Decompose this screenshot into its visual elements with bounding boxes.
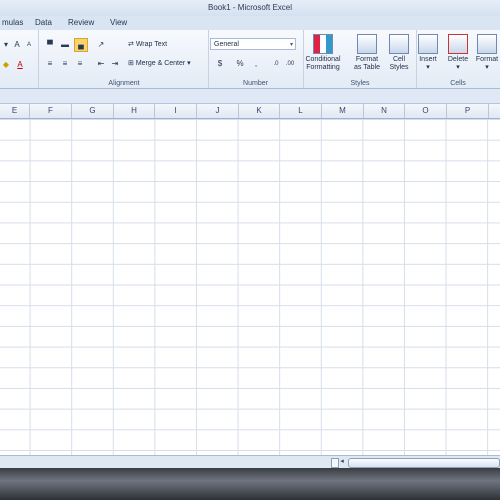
- number-format-value: General: [214, 41, 239, 48]
- chevron-down-icon: ▾: [456, 64, 460, 71]
- desktop-background: [0, 468, 500, 500]
- column-header[interactable]: J: [197, 104, 239, 118]
- column-header[interactable]: N: [364, 104, 405, 118]
- column-header[interactable]: K: [239, 104, 280, 118]
- format-button[interactable]: Format ▾: [472, 34, 500, 72]
- alignment-group-label: Alignment: [108, 80, 140, 87]
- conditional-label-1: Conditional: [305, 56, 341, 63]
- cell-grid[interactable]: [0, 119, 500, 455]
- formula-bar[interactable]: [0, 89, 500, 104]
- scroll-left-icon[interactable]: ◂: [338, 457, 346, 467]
- delete-icon: [448, 34, 468, 54]
- horizontal-scrollbar[interactable]: ◂: [0, 455, 500, 468]
- number-group-label: Number: [243, 80, 268, 87]
- format-table-label-2: as Table: [354, 64, 380, 71]
- format-label: Format: [475, 56, 499, 63]
- merge-center-icon: ⊞: [128, 60, 136, 67]
- column-header[interactable]: O: [405, 104, 447, 118]
- font-group: ▾ A A ◆ A: [0, 30, 39, 88]
- tab-data[interactable]: Data: [35, 18, 52, 27]
- ribbon: ▾ A A ◆ A ▀ ▬ ▄ ↗ ≡ ≡ ≡ ⇤ ⇥ ⇄ Wrap Text …: [0, 30, 500, 89]
- format-table-label-1: Format: [355, 56, 379, 63]
- column-header[interactable]: P: [447, 104, 489, 118]
- font-color-icon[interactable]: A: [14, 59, 26, 71]
- increase-decimal-icon[interactable]: .0: [270, 58, 282, 70]
- delete-button[interactable]: Delete ▾: [443, 34, 473, 72]
- column-header[interactable]: I: [155, 104, 197, 118]
- tab-review[interactable]: Review: [68, 18, 94, 27]
- column-header[interactable]: M: [322, 104, 364, 118]
- chevron-down-icon: ▾: [289, 42, 293, 48]
- cell-styles-label-2: Styles: [389, 64, 409, 71]
- cell-styles-icon: [389, 34, 409, 54]
- column-header[interactable]: L: [280, 104, 322, 118]
- align-bottom-icon[interactable]: ▄: [74, 38, 88, 52]
- number-format-select[interactable]: General ▾: [210, 38, 296, 50]
- number-group: General ▾ $ % , .0 .00 Number: [208, 30, 304, 88]
- alignment-group: ▀ ▬ ▄ ↗ ≡ ≡ ≡ ⇤ ⇥ ⇄ Wrap Text ⊞ Merge & …: [40, 30, 209, 88]
- insert-label: Insert: [419, 56, 437, 63]
- merge-center-label: Merge & Center: [135, 60, 186, 67]
- decrease-decimal-icon[interactable]: .00: [284, 58, 296, 70]
- styles-group: Conditional Formatting Format as Table C…: [304, 30, 417, 88]
- format-icon: [477, 34, 497, 54]
- column-headers: E F G H I J K L M N O P: [0, 104, 500, 119]
- align-middle-icon[interactable]: ▬: [59, 39, 71, 51]
- increase-indent-icon[interactable]: ⇥: [109, 58, 121, 70]
- cells-group: Insert ▾ Delete ▾ Format ▾ Cells: [416, 30, 500, 88]
- conditional-label-2: Formatting: [306, 64, 340, 71]
- window-title: Book1 - Microsoft Excel: [207, 3, 293, 12]
- orientation-icon[interactable]: ↗: [95, 39, 107, 51]
- chevron-down-icon: ▾: [426, 64, 430, 71]
- conditional-formatting-icon: [313, 34, 333, 54]
- decrease-indent-icon[interactable]: ⇤: [95, 58, 107, 70]
- wrap-text-icon: ⇄: [128, 41, 136, 48]
- align-right-icon[interactable]: ≡: [74, 58, 86, 70]
- chevron-down-icon: ▾: [485, 64, 489, 71]
- insert-button[interactable]: Insert ▾: [413, 34, 443, 72]
- cells-group-label: Cells: [450, 80, 466, 87]
- column-header[interactable]: G: [72, 104, 114, 118]
- conditional-formatting-button[interactable]: Conditional Formatting: [304, 34, 342, 72]
- align-center-icon[interactable]: ≡: [59, 58, 71, 70]
- scroll-thumb[interactable]: [348, 458, 500, 468]
- merge-center-button[interactable]: ⊞ Merge & Center ▾: [128, 59, 191, 67]
- column-header[interactable]: H: [114, 104, 155, 118]
- insert-icon: [418, 34, 438, 54]
- wrap-text-label: Wrap Text: [135, 41, 168, 48]
- title-bar: Book1 - Microsoft Excel: [0, 0, 500, 16]
- fill-color-icon[interactable]: ◆: [0, 59, 12, 71]
- decrease-font-icon[interactable]: A: [23, 39, 35, 51]
- currency-button[interactable]: $: [214, 58, 226, 70]
- align-left-icon[interactable]: ≡: [44, 58, 56, 70]
- styles-group-label: Styles: [350, 80, 370, 87]
- column-header[interactable]: E: [0, 104, 30, 118]
- comma-button[interactable]: ,: [250, 58, 262, 70]
- format-table-icon: [357, 34, 377, 54]
- chevron-down-icon: ▾: [185, 60, 191, 67]
- tab-formulas[interactable]: mulas: [2, 18, 23, 27]
- ribbon-tabs: mulas Data Review View: [0, 16, 500, 30]
- delete-label: Delete: [447, 56, 469, 63]
- wrap-text-button[interactable]: ⇄ Wrap Text: [128, 40, 167, 48]
- increase-font-icon[interactable]: A: [11, 39, 23, 51]
- cell-styles-label-1: Cell: [392, 56, 406, 63]
- column-header[interactable]: F: [30, 104, 72, 118]
- tab-view[interactable]: View: [110, 18, 127, 27]
- percent-button[interactable]: %: [234, 58, 246, 70]
- align-top-icon[interactable]: ▀: [44, 39, 56, 51]
